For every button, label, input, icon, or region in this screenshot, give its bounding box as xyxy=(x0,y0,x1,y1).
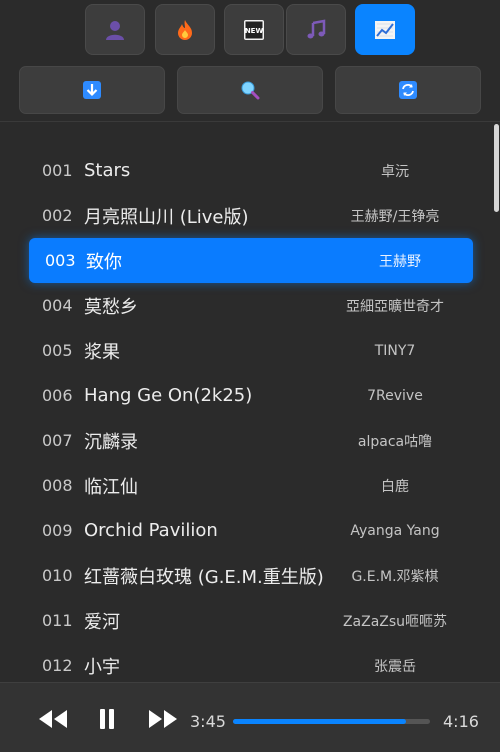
user-icon xyxy=(106,20,124,40)
song-row[interactable]: 001 Stars 卓沅 xyxy=(0,148,492,193)
song-artist: 7Revive xyxy=(367,387,423,404)
search-button[interactable] xyxy=(177,66,323,114)
song-title: 月亮照山川 (Live版) xyxy=(84,206,249,228)
chart-icon xyxy=(375,20,395,39)
download-button[interactable] xyxy=(19,66,165,114)
download-icon xyxy=(83,81,101,99)
current-time: 3:45 xyxy=(190,712,226,731)
song-title: Orchid Pavilion xyxy=(84,520,218,541)
song-number: 011 xyxy=(42,611,73,630)
song-artist: 张震岳 xyxy=(374,658,416,675)
song-title: 爱河 xyxy=(84,611,120,633)
category-tabs: NEW xyxy=(0,4,500,56)
song-number: 003 xyxy=(45,251,76,270)
song-row[interactable]: 012 小宇 张震岳 xyxy=(0,643,492,682)
song-number: 010 xyxy=(42,566,73,585)
tab-chart[interactable] xyxy=(355,4,415,55)
pause-button[interactable] xyxy=(89,705,125,733)
refresh-button[interactable] xyxy=(335,66,481,114)
song-number: 005 xyxy=(42,341,73,360)
song-artist: 白鹿 xyxy=(381,478,409,495)
song-artist: 亞細亞曠世奇才 xyxy=(346,298,444,315)
refresh-icon xyxy=(399,81,417,99)
song-number: 001 xyxy=(42,161,73,180)
music-player-window: NEW 001 Stars 卓沅 002 月亮照山川 (Live版) 王赫野/王… xyxy=(0,0,500,752)
song-artist: ZaZaZsu咂咂苏 xyxy=(342,613,448,630)
tab-hot[interactable] xyxy=(155,4,215,55)
toolbar-divider xyxy=(0,121,500,122)
song-row[interactable]: 006 Hang Ge On(2k25) 7Revive xyxy=(0,373,492,418)
progress-bar[interactable] xyxy=(233,719,430,724)
scrollbar-thumb[interactable] xyxy=(494,124,499,212)
tab-music[interactable] xyxy=(286,4,346,55)
next-icon xyxy=(149,710,177,728)
song-artist: G.E.M.邓紫棋 xyxy=(351,568,439,585)
previous-button[interactable] xyxy=(35,705,71,733)
progress-fill xyxy=(233,719,407,724)
song-row[interactable]: 007 沉麟录 alpaca咕噜 xyxy=(0,418,492,463)
list-scrollbar[interactable] xyxy=(492,122,500,682)
music-note-icon xyxy=(307,19,326,38)
song-artist: 王赫野 xyxy=(379,253,421,270)
pause-icon xyxy=(100,709,114,729)
song-row[interactable]: 002 月亮照山川 (Live版) 王赫野/王铮亮 xyxy=(0,193,492,238)
song-number: 004 xyxy=(42,296,73,315)
next-button[interactable] xyxy=(145,705,181,733)
tab-singer[interactable] xyxy=(85,4,145,55)
song-number: 012 xyxy=(42,656,73,675)
song-title: 红蔷薇白玫瑰 (G.E.M.重生版) xyxy=(84,566,324,588)
song-title: 沉麟录 xyxy=(84,431,138,453)
song-number: 009 xyxy=(42,521,73,540)
song-artist: 王赫野/王铮亮 xyxy=(350,208,440,225)
song-artist: alpaca咕噜 xyxy=(357,433,433,450)
svg-text:NEW: NEW xyxy=(245,27,264,35)
song-number: 008 xyxy=(42,476,73,495)
song-row-playing[interactable]: 003 致你 王赫野 xyxy=(29,238,473,283)
song-row[interactable]: 008 临江仙 白鹿 xyxy=(0,463,492,508)
song-title: Stars xyxy=(84,160,131,181)
song-number: 007 xyxy=(42,431,73,450)
song-number: 002 xyxy=(42,206,73,225)
previous-icon xyxy=(39,710,67,728)
song-title: 小宇 xyxy=(84,656,120,678)
song-number: 006 xyxy=(42,386,73,405)
fire-icon xyxy=(178,19,192,40)
total-time: 4:16 xyxy=(443,712,479,731)
action-toolbar xyxy=(0,66,500,114)
song-artist: 卓沅 xyxy=(381,163,409,180)
song-row[interactable]: 011 爱河 ZaZaZsu咂咂苏 xyxy=(0,598,492,643)
song-title: Hang Ge On(2k25) xyxy=(84,385,253,406)
search-icon xyxy=(241,81,260,100)
song-title: 莫愁乡 xyxy=(84,296,138,318)
song-title: 临江仙 xyxy=(84,476,138,498)
new-icon: NEW xyxy=(244,19,264,40)
song-list: 001 Stars 卓沅 002 月亮照山川 (Live版) 王赫野/王铮亮 003 致你 王赫… xyxy=(0,148,500,682)
player-bar: 3:45 4:16 xyxy=(0,682,500,752)
song-row[interactable]: 004 莫愁乡 亞細亞曠世奇才 xyxy=(0,283,492,328)
song-row[interactable]: 010 红蔷薇白玫瑰 (G.E.M.重生版) G.E.M.邓紫棋 xyxy=(0,553,492,598)
song-artist: Ayanga Yang xyxy=(350,522,440,539)
song-row[interactable]: 005 浆果 TINY7 xyxy=(0,328,492,373)
song-row[interactable]: 009 Orchid Pavilion Ayanga Yang xyxy=(0,508,492,553)
song-title: 致你 xyxy=(86,251,122,273)
song-artist: TINY7 xyxy=(374,342,416,359)
tab-new[interactable]: NEW xyxy=(224,4,284,55)
song-title: 浆果 xyxy=(84,341,120,363)
